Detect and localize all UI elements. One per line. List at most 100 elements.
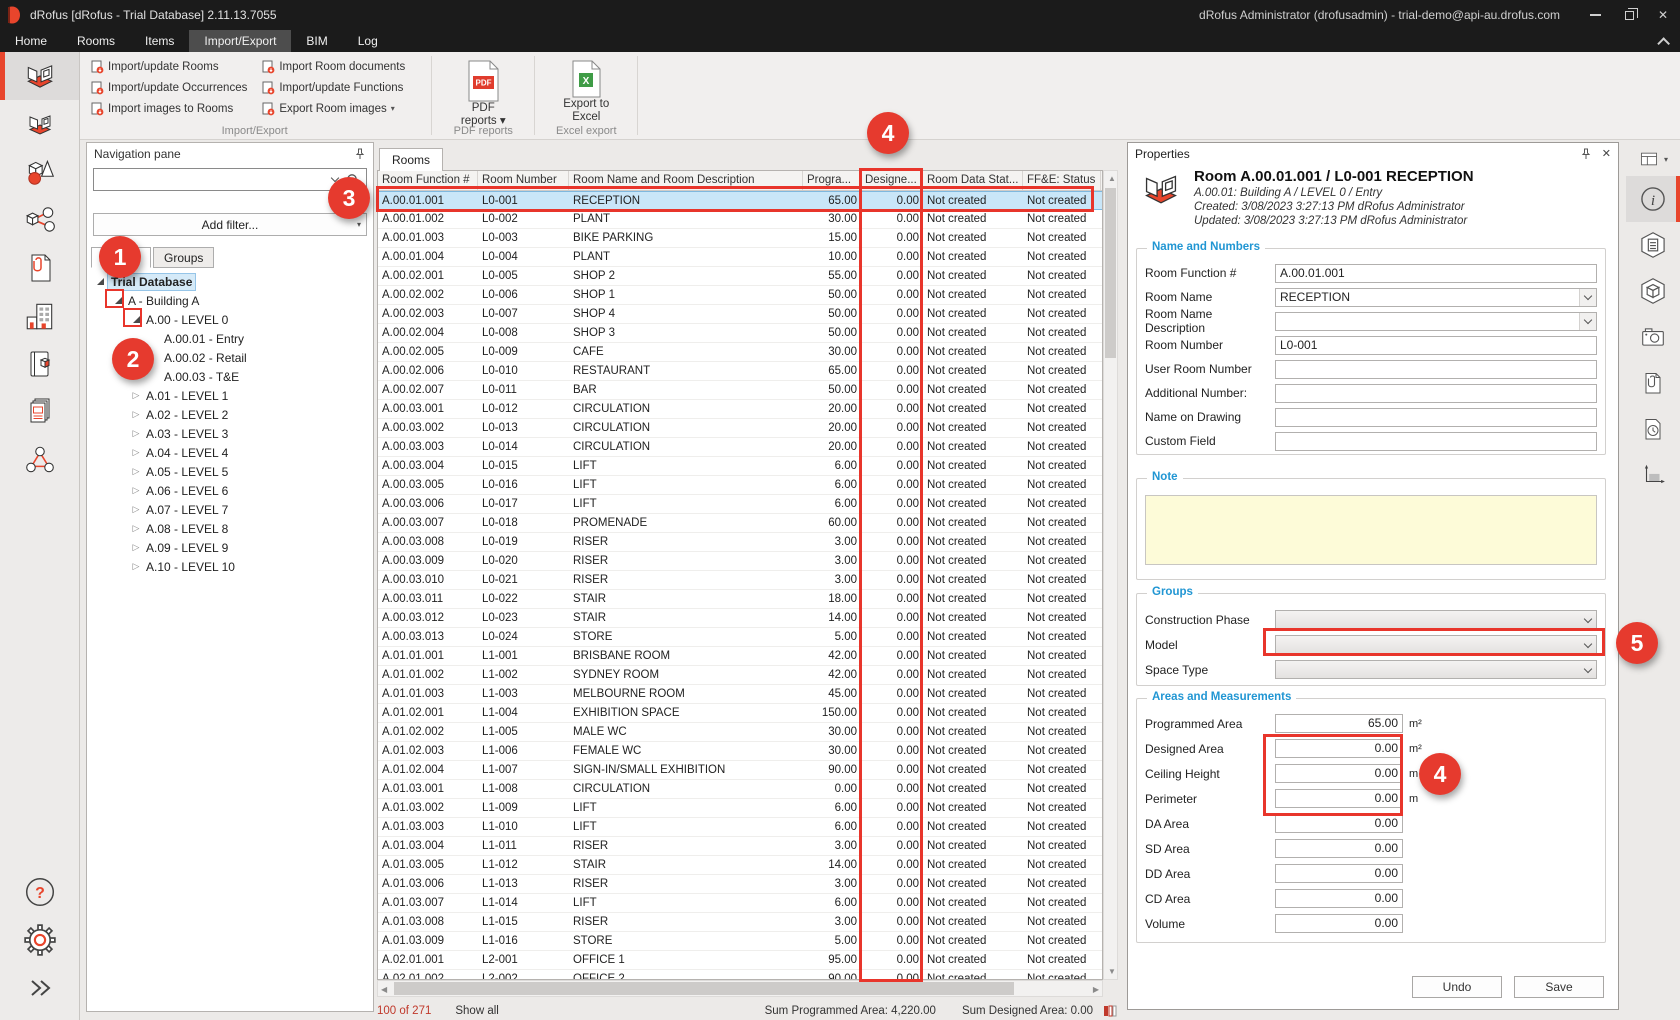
restore-button[interactable] bbox=[1612, 0, 1646, 30]
tree-collapsed-arrow-icon[interactable]: ▷ bbox=[129, 484, 143, 498]
menu-tab-importexport[interactable]: Import/Export bbox=[189, 30, 291, 52]
tool-room-documents[interactable] bbox=[1626, 360, 1680, 406]
table-row[interactable]: A.01.02.003L1-006FEMALE WC30.000.00Not c… bbox=[378, 742, 1102, 761]
table-row[interactable]: A.00.02.007L0-011BAR50.000.00Not created… bbox=[378, 381, 1102, 400]
sidebar-item-documents[interactable] bbox=[0, 244, 79, 292]
column-header[interactable]: Progra... bbox=[803, 171, 861, 190]
tree-collapsed-arrow-icon[interactable]: ▷ bbox=[129, 541, 143, 555]
table-row[interactable]: A.02.01.002L2-002OFFICE 290.000.00Not cr… bbox=[378, 970, 1102, 980]
tree-item[interactable]: ▷A.08 - LEVEL 8 bbox=[87, 519, 373, 538]
field-room-function-[interactable]: A.00.01.001 bbox=[1275, 264, 1597, 283]
tree-collapsed-arrow-icon[interactable]: ▷ bbox=[129, 522, 143, 536]
table-row[interactable]: A.00.01.003L0-003BIKE PARKING15.000.00No… bbox=[378, 229, 1102, 248]
column-header[interactable]: Room Data Stat... bbox=[923, 171, 1023, 190]
nav-tab-groups[interactable]: Groups bbox=[153, 247, 214, 268]
table-row[interactable]: A.00.03.005L0-016LIFT6.000.00Not created… bbox=[378, 476, 1102, 495]
scroll-left-icon[interactable]: ◀ bbox=[381, 985, 387, 994]
close-icon[interactable]: ✕ bbox=[1602, 147, 1611, 160]
show-all-link[interactable]: Show all bbox=[455, 1005, 498, 1017]
collapse-ribbon-button[interactable] bbox=[1657, 30, 1666, 52]
tree-expanded-arrow-icon[interactable] bbox=[111, 294, 125, 308]
table-row[interactable]: A.00.02.005L0-009CAFE30.000.00Not create… bbox=[378, 343, 1102, 362]
tool-panel-layout[interactable]: ▾ bbox=[1626, 142, 1680, 176]
table-row[interactable]: A.00.03.001L0-012CIRCULATION20.000.00Not… bbox=[378, 400, 1102, 419]
sidebar-item-help[interactable]: ? bbox=[0, 868, 80, 916]
minimize-button[interactable] bbox=[1578, 0, 1612, 30]
tree-item[interactable]: ▷A.04 - LEVEL 4 bbox=[87, 443, 373, 462]
table-row[interactable]: A.01.03.007L1-014LIFT6.000.00Not created… bbox=[378, 894, 1102, 913]
column-header[interactable]: Room Name and Room Description bbox=[569, 171, 803, 190]
table-row[interactable]: A.00.03.013L0-024STORE5.000.00Not create… bbox=[378, 628, 1102, 647]
table-row[interactable]: A.00.03.006L0-017LIFT6.000.00Not created… bbox=[378, 495, 1102, 514]
ribbon-button-import-update-functions[interactable]: Import/update Functions bbox=[261, 77, 405, 98]
field-programmed-area[interactable]: 65.00 bbox=[1275, 714, 1403, 733]
scroll-down-icon[interactable]: ▼ bbox=[1108, 967, 1116, 976]
horizontal-scrollbar[interactable]: ◀ ▶ bbox=[377, 980, 1103, 997]
sidebar-item-settings[interactable] bbox=[0, 916, 80, 964]
table-row[interactable]: A.01.03.006L1-013RISER3.000.00Not create… bbox=[378, 875, 1102, 894]
add-filter-button[interactable]: Add filter... ▾ bbox=[93, 213, 367, 236]
table-row[interactable]: A.01.03.009L1-016STORE5.000.00Not create… bbox=[378, 932, 1102, 951]
chevron-down-icon[interactable] bbox=[1579, 661, 1596, 678]
table-row[interactable]: A.00.03.009L0-020RISER3.000.00Not create… bbox=[378, 552, 1102, 571]
export-to-excel-button[interactable]: X Export to Excel bbox=[547, 56, 625, 123]
table-row[interactable]: A.00.02.003L0-007SHOP 450.000.00Not crea… bbox=[378, 305, 1102, 324]
field-custom-field[interactable] bbox=[1275, 432, 1597, 451]
menu-tab-home[interactable]: Home bbox=[0, 30, 62, 52]
tree-collapsed-arrow-icon[interactable]: ▷ bbox=[129, 560, 143, 574]
tool-room-measurements[interactable] bbox=[1626, 452, 1680, 498]
sidebar-item-reports[interactable] bbox=[0, 388, 79, 436]
table-row[interactable]: A.01.01.003L1-003MELBOURNE ROOM45.000.00… bbox=[378, 685, 1102, 704]
tree-expanded-arrow-icon[interactable] bbox=[93, 275, 107, 289]
table-row[interactable]: A.00.03.004L0-015LIFT6.000.00Not created… bbox=[378, 457, 1102, 476]
tree-collapsed-arrow-icon[interactable]: ▷ bbox=[129, 408, 143, 422]
tree-collapsed-arrow-icon[interactable]: ▷ bbox=[129, 446, 143, 460]
sidebar-item-rooms[interactable] bbox=[0, 52, 79, 100]
table-row[interactable]: A.01.03.008L1-015RISER3.000.00Not create… bbox=[378, 913, 1102, 932]
tree-item[interactable]: A.00 - LEVEL 0 bbox=[87, 310, 373, 329]
undo-button[interactable]: Undo bbox=[1412, 976, 1502, 998]
table-row[interactable]: A.00.01.004L0-004PLANT10.000.00Not creat… bbox=[378, 248, 1102, 267]
tab-rooms[interactable]: Rooms bbox=[379, 148, 443, 171]
tree-collapsed-arrow-icon[interactable]: ▷ bbox=[129, 427, 143, 441]
tree-item[interactable]: ▷A.10 - LEVEL 10 bbox=[87, 557, 373, 576]
tree-item[interactable]: ▷A.07 - LEVEL 7 bbox=[87, 500, 373, 519]
save-button[interactable]: Save bbox=[1514, 976, 1604, 998]
search-input[interactable] bbox=[93, 168, 367, 191]
table-row[interactable]: A.00.03.011L0-022STAIR18.000.00Not creat… bbox=[378, 590, 1102, 609]
tool-room-info[interactable]: i bbox=[1626, 176, 1680, 222]
table-row[interactable]: A.00.02.006L0-010RESTAURANT65.000.00Not … bbox=[378, 362, 1102, 381]
pin-icon[interactable] bbox=[354, 148, 366, 160]
scrollbar-thumb[interactable] bbox=[394, 982, 1014, 995]
table-row[interactable]: A.00.02.002L0-006SHOP 150.000.00Not crea… bbox=[378, 286, 1102, 305]
chevron-down-icon[interactable] bbox=[1579, 289, 1596, 306]
scroll-up-icon[interactable]: ▲ bbox=[1108, 174, 1116, 183]
table-row[interactable]: A.00.03.003L0-014CIRCULATION20.000.00Not… bbox=[378, 438, 1102, 457]
field-designed-area[interactable]: 0.00 bbox=[1275, 739, 1403, 758]
table-row[interactable]: A.00.02.001L0-005SHOP 255.000.00Not crea… bbox=[378, 267, 1102, 286]
close-button[interactable]: ✕ bbox=[1646, 0, 1680, 30]
chevron-down-icon[interactable] bbox=[1579, 313, 1596, 330]
sidebar-item-buildings[interactable] bbox=[0, 292, 79, 340]
menu-tab-bim[interactable]: BIM bbox=[291, 30, 342, 52]
column-header[interactable]: Designe... bbox=[861, 171, 923, 190]
field-room-number[interactable]: L0-001 bbox=[1275, 336, 1597, 355]
table-row[interactable]: A.00.03.007L0-018PROMENADE60.000.00Not c… bbox=[378, 514, 1102, 533]
field-volume[interactable]: 0.00 bbox=[1275, 914, 1403, 933]
table-row[interactable]: A.00.03.010L0-021RISER3.000.00Not create… bbox=[378, 571, 1102, 590]
field-space-type[interactable] bbox=[1275, 660, 1597, 679]
column-header[interactable]: FF&E: Status bbox=[1023, 171, 1101, 190]
tool-room-images[interactable] bbox=[1626, 314, 1680, 360]
tree-item[interactable]: ▷A.02 - LEVEL 2 bbox=[87, 405, 373, 424]
table-row[interactable]: A.00.03.012L0-023STAIR14.000.00Not creat… bbox=[378, 609, 1102, 628]
field-dd-area[interactable]: 0.00 bbox=[1275, 864, 1403, 883]
tool-room-model[interactable] bbox=[1626, 268, 1680, 314]
tree-collapsed-arrow-icon[interactable]: ▷ bbox=[129, 503, 143, 517]
sidebar-item-occurrences[interactable] bbox=[0, 100, 79, 148]
table-row[interactable]: A.01.02.004L1-007SIGN-IN/SMALL EXHIBITIO… bbox=[378, 761, 1102, 780]
tool-room-data-sheet[interactable] bbox=[1626, 222, 1680, 268]
menu-tab-log[interactable]: Log bbox=[343, 30, 393, 52]
tree-item[interactable]: ▷A.09 - LEVEL 9 bbox=[87, 538, 373, 557]
tool-room-log[interactable] bbox=[1626, 406, 1680, 452]
sidebar-item-relations[interactable] bbox=[0, 436, 79, 484]
